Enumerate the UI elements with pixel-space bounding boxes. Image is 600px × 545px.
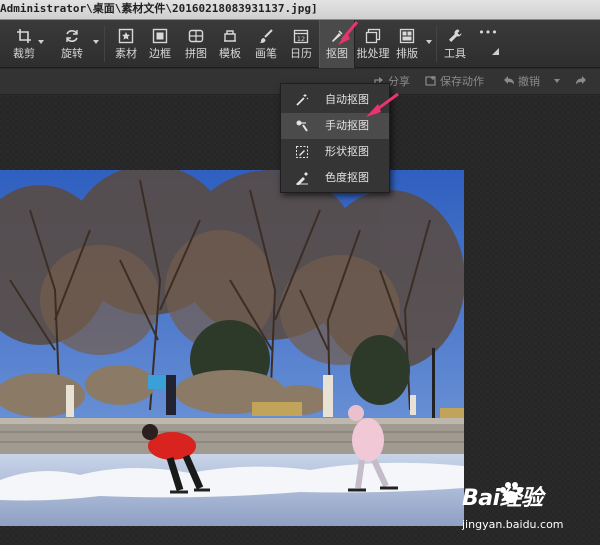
watermark-url: jingyan.baidu.com xyxy=(462,518,564,531)
watermark-brand: Bai经验 xyxy=(462,486,543,511)
annotation-arrows xyxy=(338,21,399,117)
baidu-watermark: Bai经验 jingyan.baidu.com xyxy=(460,478,600,540)
